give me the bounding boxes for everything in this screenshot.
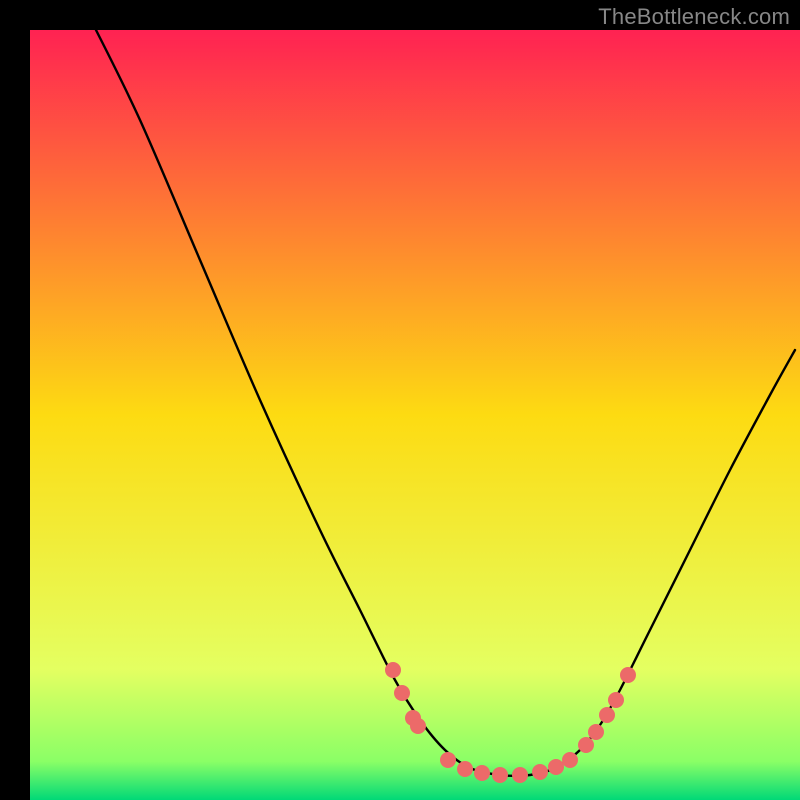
scatter-dot [457, 761, 473, 777]
scatter-dot [474, 765, 490, 781]
scatter-dot [599, 707, 615, 723]
bottleneck-chart [0, 0, 800, 800]
scatter-dot [385, 662, 401, 678]
scatter-dot [588, 724, 604, 740]
scatter-dot [492, 767, 508, 783]
scatter-dot [410, 718, 426, 734]
plot-background [30, 30, 800, 800]
scatter-dot [578, 737, 594, 753]
scatter-dot [512, 767, 528, 783]
chart-stage: TheBottleneck.com [0, 0, 800, 800]
scatter-dot [394, 685, 410, 701]
scatter-dot [620, 667, 636, 683]
watermark-text: TheBottleneck.com [598, 4, 790, 30]
scatter-dot [548, 759, 564, 775]
scatter-dot [440, 752, 456, 768]
scatter-dot [562, 752, 578, 768]
scatter-dot [608, 692, 624, 708]
scatter-dot [532, 764, 548, 780]
